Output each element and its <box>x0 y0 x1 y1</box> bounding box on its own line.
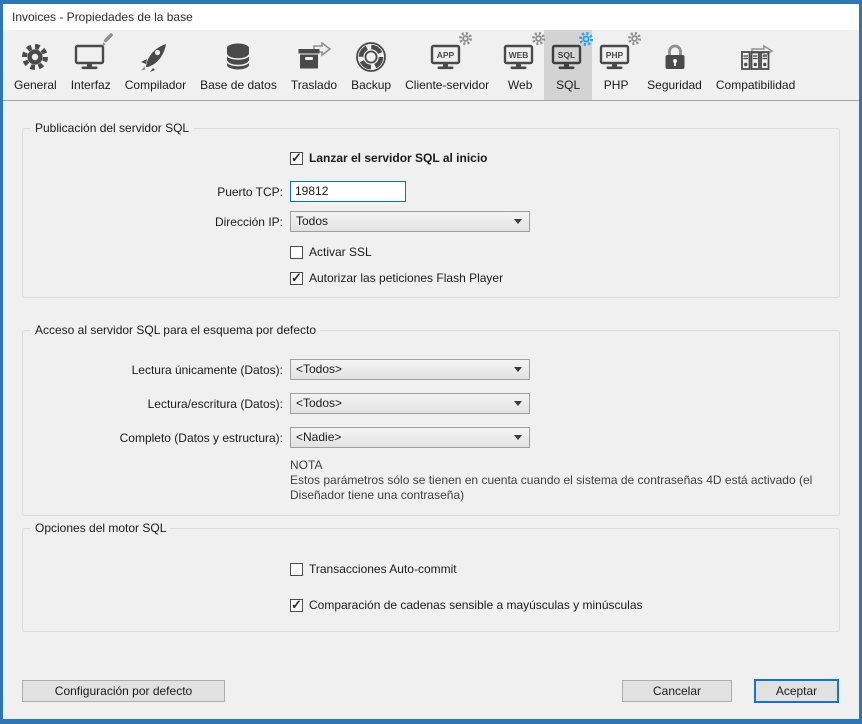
read-only-select[interactable]: <Todos> <box>290 359 530 380</box>
checkbox-label: Comparación de cadenas sensible a mayúsc… <box>309 598 643 613</box>
full-access-label: Completo (Datos y estructura): <box>22 431 283 446</box>
group-sql-engine-options: Opciones del motor SQL <box>22 528 840 632</box>
tab-label: Traslado <box>291 78 337 92</box>
move-box-icon <box>297 37 331 77</box>
tab-label: Compilador <box>125 78 186 92</box>
dropdown-value: Todos <box>296 212 514 231</box>
monitor-text: APP <box>437 50 455 60</box>
dropdown-value: <Todos> <box>296 360 514 379</box>
note-title: NOTA <box>290 458 842 473</box>
dropdown-value: <Todos> <box>296 394 514 413</box>
tab-compatibilidad[interactable]: Compatibilidad <box>709 30 802 100</box>
checkbox-label: Autorizar las peticiones Flash Player <box>309 271 503 286</box>
tab-label: Cliente-servidor <box>405 78 489 92</box>
cancel-button[interactable]: Cancelar <box>622 680 732 702</box>
chevron-down-icon <box>514 219 522 224</box>
read-write-select[interactable]: <Todos> <box>290 393 530 414</box>
tcp-port-input[interactable]: 19812 <box>290 181 406 202</box>
checkbox-label: Lanzar el servidor SQL al inicio <box>309 151 488 166</box>
default-config-button[interactable]: Configuración por defecto <box>22 680 225 702</box>
monitor-text: PHP <box>606 50 624 60</box>
read-write-label: Lectura/escritura (Datos): <box>22 397 283 412</box>
checkbox-label: Activar SSL <box>309 245 372 260</box>
dialog-title: Invoices - Propiedades de la base <box>3 4 859 30</box>
group-title: Opciones del motor SQL <box>31 521 170 535</box>
tcp-port-label: Puerto TCP: <box>22 185 283 200</box>
tab-compilador[interactable]: Compilador <box>118 30 193 100</box>
dropdown-value: <Nadie> <box>296 428 514 447</box>
ip-address-select[interactable]: Todos <box>290 211 530 232</box>
sql-gear-badge-icon <box>578 31 594 50</box>
tab-label: PHP <box>604 78 629 92</box>
checkbox-box[interactable] <box>290 599 303 612</box>
monitor-web-icon: WEB <box>503 37 537 77</box>
lock-icon <box>660 37 690 77</box>
tab-label: Backup <box>351 78 391 92</box>
tab-label: Seguridad <box>647 78 702 92</box>
monitor-pencil-icon <box>74 37 108 77</box>
read-only-label: Lectura únicamente (Datos): <box>22 363 283 378</box>
checkbox-box[interactable] <box>290 246 303 259</box>
group-title: Acceso al servidor SQL para el esquema p… <box>31 323 320 337</box>
monitor-app-icon: APP <box>430 37 464 77</box>
chevron-down-icon <box>514 401 522 406</box>
tab-base-de-datos[interactable]: Base de datos <box>193 30 284 100</box>
tab-sql[interactable]: SQL SQL <box>544 30 592 100</box>
tab-php[interactable]: PHP PHP <box>592 30 640 100</box>
binders-icon <box>738 37 774 77</box>
settings-toolbar: General Interfaz <box>3 30 859 101</box>
tab-label: Web <box>508 78 532 92</box>
ip-address-label: Dirección IP: <box>22 215 283 230</box>
group-title: Publicación del servidor SQL <box>31 121 193 135</box>
autocommit-checkbox[interactable]: Transacciones Auto-commit <box>290 562 457 577</box>
database-icon <box>223 37 253 77</box>
rocket-icon <box>139 37 171 77</box>
activate-ssl-checkbox[interactable]: Activar SSL <box>290 245 372 260</box>
case-sensitive-checkbox[interactable]: Comparación de cadenas sensible a mayúsc… <box>290 598 643 613</box>
monitor-php-icon: PHP <box>599 37 633 77</box>
checkbox-box[interactable] <box>290 152 303 165</box>
tab-label: Base de datos <box>200 78 277 92</box>
tab-cliente-servidor[interactable]: APP Cliente-servidor <box>398 30 496 100</box>
checkbox-box[interactable] <box>290 563 303 576</box>
tab-backup[interactable]: Backup <box>344 30 398 100</box>
monitor-sql-icon: SQL <box>551 37 585 77</box>
chevron-down-icon <box>514 435 522 440</box>
tab-traslado[interactable]: Traslado <box>284 30 344 100</box>
launch-sql-server-checkbox[interactable]: Lanzar el servidor SQL al inicio <box>290 151 488 166</box>
tab-label: SQL <box>556 78 580 92</box>
password-note: NOTA Estos parámetros sólo se tienen en … <box>290 458 842 503</box>
accept-button[interactable]: Aceptar <box>754 679 839 703</box>
tab-web[interactable]: WEB SQL Web <box>496 30 544 100</box>
chevron-down-icon <box>514 367 522 372</box>
database-properties-dialog: Invoices - Propiedades de la base Genera… <box>0 0 862 724</box>
tab-seguridad[interactable]: Seguridad <box>640 30 709 100</box>
checkbox-box[interactable] <box>290 272 303 285</box>
tab-interfaz[interactable]: Interfaz <box>64 30 118 100</box>
monitor-text: WEB <box>509 50 529 60</box>
gear-icon <box>20 37 50 77</box>
note-text: Estos parámetros sólo se tienen en cuent… <box>290 473 842 503</box>
lifebuoy-icon <box>355 37 387 77</box>
full-access-select[interactable]: <Nadie> <box>290 427 530 448</box>
tab-label: Interfaz <box>71 78 111 92</box>
checkbox-label: Transacciones Auto-commit <box>309 562 457 577</box>
monitor-text: SQL <box>558 50 575 60</box>
tab-label: General <box>14 78 57 92</box>
tab-general[interactable]: General <box>7 30 64 100</box>
tab-label: Compatibilidad <box>716 78 795 92</box>
allow-flash-player-checkbox[interactable]: Autorizar las peticiones Flash Player <box>290 271 503 286</box>
